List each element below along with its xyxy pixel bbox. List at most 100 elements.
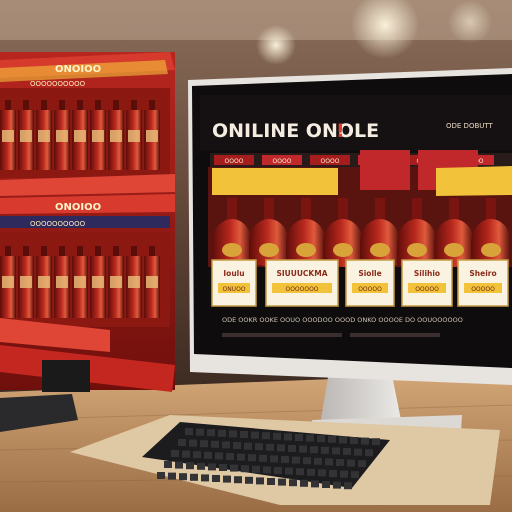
key <box>189 439 197 447</box>
rack-bottle <box>108 100 124 170</box>
key <box>208 463 216 471</box>
key <box>266 443 274 451</box>
key <box>251 431 259 439</box>
key <box>204 451 212 459</box>
key <box>256 477 264 485</box>
key <box>240 431 248 438</box>
key <box>179 473 187 481</box>
ceiling-haze <box>0 0 512 40</box>
rack-bottle <box>90 246 106 318</box>
ceiling-light <box>448 0 492 44</box>
key <box>310 446 318 454</box>
key <box>318 469 326 477</box>
key <box>229 430 237 438</box>
key <box>284 433 292 441</box>
key <box>288 445 296 452</box>
key <box>171 450 179 457</box>
key <box>186 462 194 470</box>
category-tag: OOOO <box>310 155 350 165</box>
speaker <box>42 360 90 392</box>
product-name: SIUUUCKMA <box>276 269 327 278</box>
page-title-mark: ! <box>336 120 345 142</box>
category-tag-label: OOOO <box>273 158 292 165</box>
key <box>219 464 227 471</box>
key <box>303 457 311 465</box>
rack-bottle <box>90 100 106 170</box>
key <box>233 442 241 449</box>
key <box>201 474 209 482</box>
product-subtitle: OOOOO <box>358 286 382 293</box>
key <box>314 457 322 465</box>
key <box>255 443 263 451</box>
rack-bottle <box>0 100 16 170</box>
rack-bottle <box>36 246 52 318</box>
key <box>226 453 234 460</box>
product-label: Ioulu ONUOO <box>211 259 257 307</box>
shelf-ticker: OOOOOOOOOO <box>30 220 86 228</box>
key <box>222 441 230 449</box>
key <box>273 432 281 440</box>
key <box>252 465 260 473</box>
key <box>157 472 165 479</box>
key <box>354 448 362 456</box>
scene: ONOIOO ONOIOO OOOOOOOOOO OOOOOOOOOO ONIL… <box>0 0 512 512</box>
key <box>328 435 336 443</box>
key <box>306 434 314 442</box>
key <box>212 475 220 482</box>
key <box>196 428 204 436</box>
scene-illustration: ONOIOO ONOIOO OOOOOOOOOO OOOOOOOOOO ONIL… <box>0 0 512 512</box>
key <box>311 480 319 488</box>
key <box>237 453 245 461</box>
product-subtitle: OOOOO <box>415 286 439 293</box>
rack-bottle <box>72 100 88 170</box>
key <box>234 476 242 484</box>
key <box>211 440 219 448</box>
key <box>245 476 253 484</box>
key <box>207 429 215 437</box>
promo-banner <box>436 166 512 196</box>
store-page: ONILINE ONOLE ! ODE DOBUTT OOOOOOOOOOOOO… <box>200 95 512 337</box>
category-tag-label: OOOO <box>321 158 340 165</box>
key <box>343 448 351 455</box>
key <box>185 428 193 435</box>
key <box>223 475 231 483</box>
key <box>182 450 190 458</box>
key <box>336 459 344 466</box>
rack-bottle <box>54 100 70 170</box>
key <box>350 437 358 444</box>
key <box>332 447 340 455</box>
product-name: Silihio <box>414 269 440 278</box>
product-subtitle: ONUOO <box>222 286 245 293</box>
product-name: Sheiro <box>469 269 496 278</box>
key <box>321 446 329 454</box>
key <box>215 452 223 460</box>
key <box>190 473 198 481</box>
header-link[interactable]: ODE DOBUTT <box>446 122 494 130</box>
key <box>325 458 333 466</box>
key <box>339 436 347 444</box>
shelf-ticker: OOOOOOOOOO <box>30 80 86 88</box>
product-subtitle: OOOOOOO <box>285 286 318 293</box>
key <box>263 466 271 474</box>
key <box>300 479 308 487</box>
key <box>292 456 300 464</box>
shelf-sign: ONOIOO <box>55 202 101 213</box>
key <box>262 432 270 440</box>
key <box>285 467 293 475</box>
product-label: Siolle OOOOO <box>345 259 395 307</box>
key <box>307 468 315 476</box>
key <box>164 461 172 468</box>
key <box>218 429 226 437</box>
rack-bottle <box>144 100 160 170</box>
footer-text: ODE OOKR OOKE OOUO OOODOO OOOD ONKO OOOO… <box>222 316 463 324</box>
key <box>299 445 307 453</box>
ceiling-light <box>256 25 296 65</box>
key <box>277 444 285 452</box>
product-name: Siolle <box>358 269 381 278</box>
key <box>295 434 303 441</box>
key <box>278 478 286 486</box>
key <box>340 470 348 478</box>
key <box>270 455 278 463</box>
category-tag: OOOO <box>214 155 254 165</box>
rack-bottle <box>144 246 160 318</box>
